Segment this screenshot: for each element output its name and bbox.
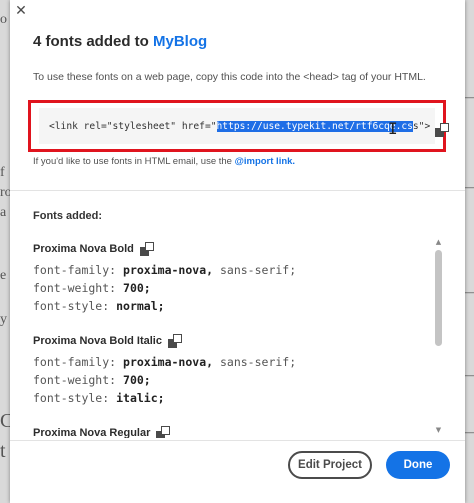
email-note: If you'd like to use fonts in HTML email… [33, 156, 295, 167]
css-font-style: font-style: italic; [33, 391, 165, 405]
done-button[interactable]: Done [386, 451, 450, 479]
copy-font-icon[interactable] [156, 426, 171, 438]
font-item: Proxima Nova Bold Italic font-family: pr… [33, 334, 296, 407]
copy-font-icon[interactable] [167, 334, 182, 348]
scrollbar-thumb[interactable] [435, 250, 442, 346]
embed-code-before: <link rel="stylesheet" href=" [49, 121, 217, 132]
embed-code-box[interactable]: <link rel="stylesheet" href="https://use… [39, 108, 449, 144]
font-item: Proxima Nova Regular [33, 426, 171, 438]
close-icon[interactable]: ✕ [10, 0, 32, 22]
fonts-added-dialog: ✕ 4 fonts added to MyBlog To use these f… [10, 0, 465, 503]
background-text: o [0, 12, 7, 27]
divider [10, 190, 465, 191]
embed-code-after: s"> [412, 121, 431, 132]
css-font-style: font-style: normal; [33, 299, 165, 313]
copy-embed-code-icon[interactable] [435, 123, 449, 137]
background-text: t [0, 440, 6, 462]
divider [10, 440, 465, 441]
embed-instructions: To use these fonts on a web page, copy t… [33, 71, 426, 83]
embed-code[interactable]: <link rel="stylesheet" href="https://use… [49, 121, 430, 132]
background-text: — [464, 180, 474, 196]
css-font-family: font-family: proxima-nova, sans-serif; [33, 355, 297, 369]
fonts-added-label: Fonts added: [33, 210, 103, 222]
css-font-weight: font-weight: 700; [33, 373, 151, 387]
scroll-up-arrow-icon[interactable]: ▲ [434, 238, 443, 246]
background-text: e [0, 268, 7, 283]
css-font-weight: font-weight: 700; [33, 281, 151, 295]
font-list-scrollbar[interactable]: ▲ ▼ [434, 238, 443, 434]
import-link[interactable]: @import link. [235, 156, 295, 167]
font-name: Proxima Nova Regular [33, 427, 151, 438]
background-text: a [0, 205, 7, 220]
email-note-text: If you'd like to use fonts in HTML email… [33, 156, 232, 167]
font-name: Proxima Nova Bold Italic [33, 335, 162, 347]
dialog-title-prefix: 4 fonts added to [33, 33, 149, 50]
background-text: y [0, 312, 7, 327]
font-name: Proxima Nova Bold [33, 243, 134, 255]
css-font-family: font-family: proxima-nova, sans-serif; [33, 263, 297, 277]
embed-code-highlight: <link rel="stylesheet" href="https://use… [28, 100, 449, 152]
background-text: f [0, 165, 5, 180]
background-text: — [464, 285, 474, 301]
font-item: Proxima Nova Bold font-family: proxima-n… [33, 242, 296, 315]
embed-code-selection[interactable]: https://use.typekit.net/rtf6cqe.cs [216, 121, 413, 132]
dialog-title: 4 fonts added to MyBlog [33, 33, 207, 50]
font-list[interactable]: Proxima Nova Bold font-family: proxima-n… [10, 234, 448, 438]
background-page-right: — — — — — [464, 0, 474, 503]
text-cursor-icon: I [388, 119, 398, 138]
edit-project-button[interactable]: Edit Project [288, 451, 372, 479]
scroll-down-arrow-icon[interactable]: ▼ [434, 426, 443, 434]
background-text: — [464, 425, 474, 441]
background-text: — [464, 90, 474, 106]
copy-font-icon[interactable] [139, 242, 154, 256]
project-link[interactable]: MyBlog [153, 33, 207, 50]
background-text: — [464, 368, 474, 384]
